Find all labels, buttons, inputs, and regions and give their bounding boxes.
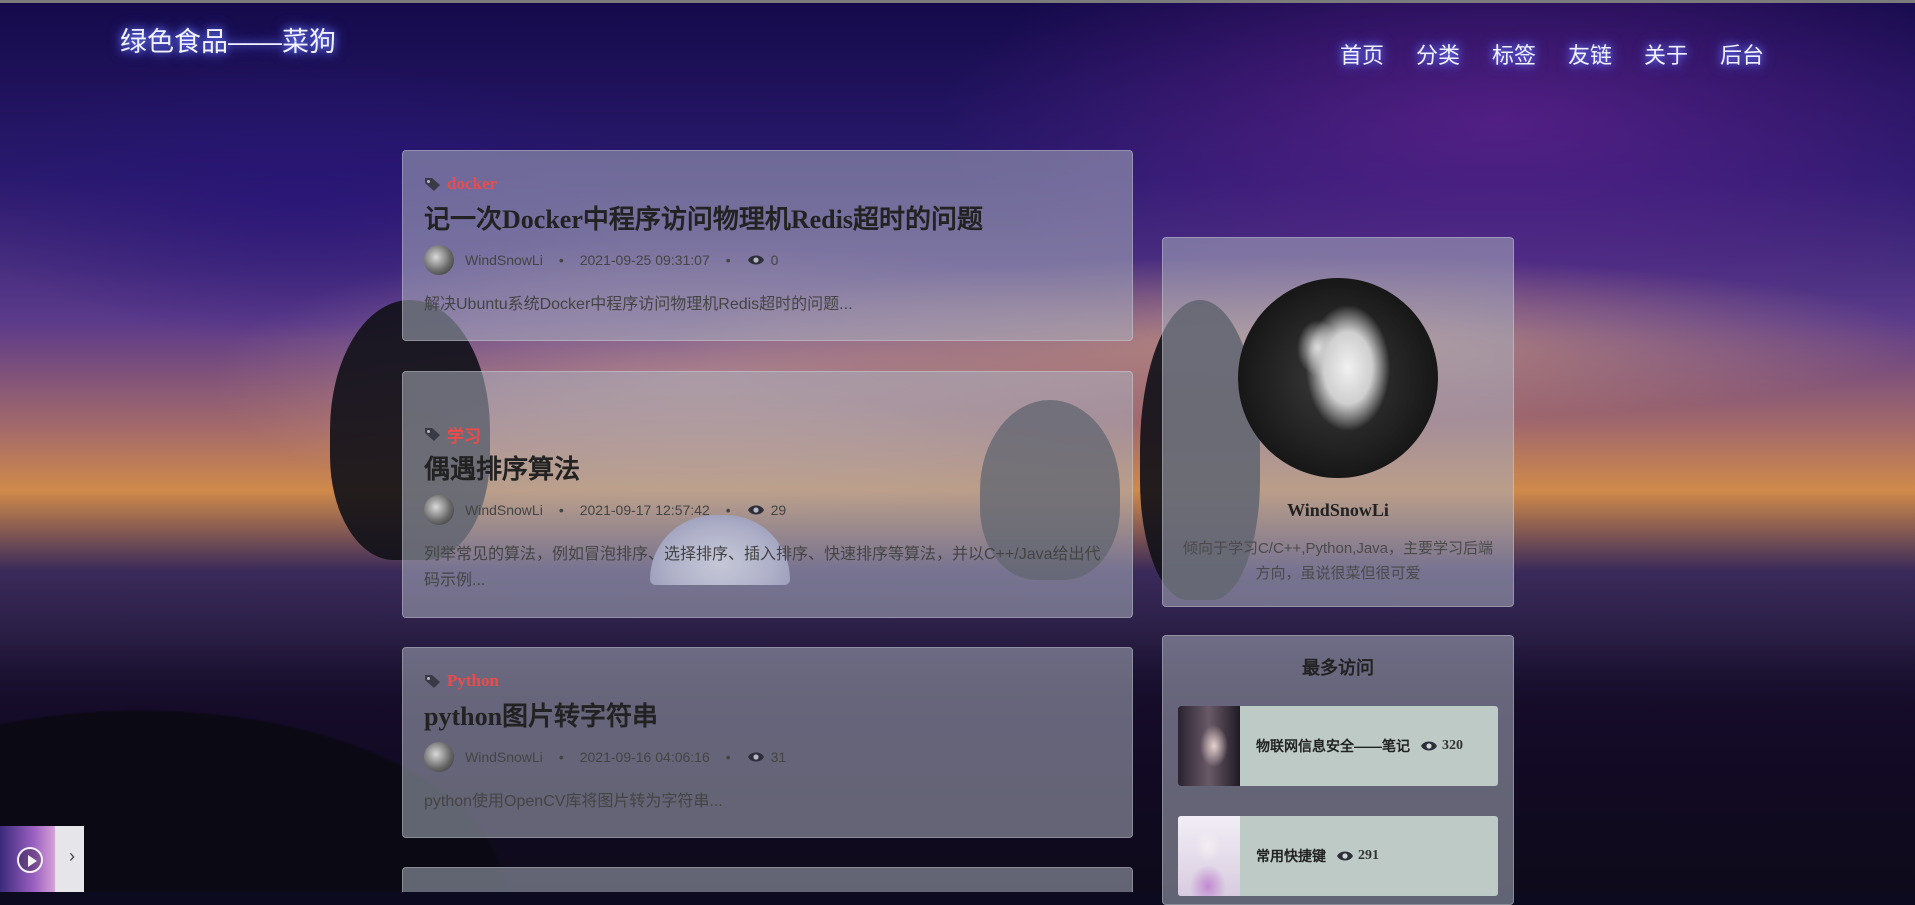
- most-visited-views-count: 291: [1358, 848, 1379, 863]
- post-tag[interactable]: Python: [424, 670, 1111, 692]
- most-visited-title: 最多访问: [1302, 658, 1374, 678]
- chevron-right-icon[interactable]: ›: [69, 846, 75, 867]
- nav-tags[interactable]: 标签: [1492, 38, 1568, 70]
- eye-icon: [747, 505, 764, 515]
- play-button[interactable]: [17, 847, 43, 873]
- separator-dot: •: [725, 502, 731, 518]
- most-visited-panel: 最多访问 物联网信息安全——笔记 320 常用快捷键 291: [1162, 635, 1514, 905]
- separator-dot: •: [558, 252, 564, 268]
- tag-icon: [425, 177, 440, 191]
- avatar: [424, 495, 454, 525]
- post-summary: 解决Ubuntu系统Docker中程序访问物理机Redis超时的问题...: [424, 296, 853, 313]
- nav-categories[interactable]: 分类: [1416, 38, 1492, 70]
- post-card[interactable]: docker 记一次Docker中程序访问物理机Redis超时的问题 WindS…: [402, 150, 1133, 341]
- music-player: ›: [0, 826, 84, 892]
- post-tag-label[interactable]: docker: [447, 174, 497, 194]
- most-visited-views-count: 320: [1442, 738, 1463, 753]
- post-tag[interactable]: docker: [424, 173, 1111, 195]
- post-card[interactable]: [402, 867, 1133, 892]
- most-visited-label[interactable]: 常用快捷键: [1256, 846, 1326, 866]
- most-visited-views: 320: [1420, 738, 1463, 754]
- avatar: [424, 245, 454, 275]
- eye-icon: [1421, 741, 1437, 751]
- post-card[interactable]: Python python图片转字符串 WindSnowLi • 2021-09…: [402, 647, 1133, 838]
- most-visited-item[interactable]: 物联网信息安全——笔记 320: [1178, 706, 1498, 786]
- post-date: 2021-09-25 09:31:07: [579, 252, 710, 268]
- post-thumbnail: [1178, 706, 1240, 786]
- site-brand[interactable]: 绿色食品——菜狗: [120, 20, 336, 59]
- eye-icon: [747, 255, 764, 265]
- separator-dot: •: [558, 502, 564, 518]
- profile-avatar[interactable]: [1238, 278, 1438, 478]
- top-border: [0, 0, 1915, 3]
- most-visited-item[interactable]: 常用快捷键 291: [1178, 816, 1498, 896]
- post-author: WindSnowLi: [465, 749, 543, 765]
- most-visited-label[interactable]: 物联网信息安全——笔记: [1256, 736, 1410, 756]
- profile-bio: 倾向于学习C/C++,Python,Java，主要学习后端方向，虽说很菜但很可爱: [1182, 540, 1494, 582]
- post-title[interactable]: 偶遇排序算法: [424, 454, 1111, 486]
- post-tag-label[interactable]: 学习: [447, 422, 481, 447]
- post-date: 2021-09-17 12:57:42: [579, 502, 710, 518]
- main-nav: 首页 分类 标签 友链 关于 后台: [1340, 38, 1796, 70]
- nav-friend-links[interactable]: 友链: [1568, 38, 1644, 70]
- avatar: [424, 742, 454, 772]
- post-summary: 列举常见的算法，例如冒泡排序、选择排序、插入排序、快速排序等算法，并以C++/J…: [424, 546, 1101, 589]
- post-views: 31: [770, 749, 787, 765]
- post-summary: python使用OpenCV库将图片转为字符串...: [424, 793, 723, 810]
- nav-home[interactable]: 首页: [1340, 38, 1416, 70]
- post-meta: WindSnowLi • 2021-09-25 09:31:07 • 0: [424, 245, 1111, 275]
- profile-name: WindSnowLi: [1287, 500, 1389, 520]
- post-title[interactable]: python图片转字符串: [424, 701, 1111, 733]
- post-author: WindSnowLi: [465, 502, 543, 518]
- separator-dot: •: [558, 749, 564, 765]
- post-thumbnail: [1178, 816, 1240, 896]
- most-visited-views: 291: [1336, 848, 1379, 864]
- post-title[interactable]: 记一次Docker中程序访问物理机Redis超时的问题: [424, 204, 1111, 236]
- eye-icon: [1337, 851, 1353, 861]
- post-meta: WindSnowLi • 2021-09-17 12:57:42 • 29: [424, 495, 1111, 525]
- eye-icon: [747, 752, 764, 762]
- post-views: 0: [770, 252, 779, 268]
- nav-admin[interactable]: 后台: [1720, 38, 1796, 70]
- post-author: WindSnowLi: [465, 252, 543, 268]
- post-tag-label[interactable]: Python: [447, 671, 499, 691]
- post-views: 29: [770, 502, 787, 518]
- tag-icon: [425, 427, 440, 441]
- post-meta: WindSnowLi • 2021-09-16 04:06:16 • 31: [424, 742, 1111, 772]
- post-tag[interactable]: 学习: [424, 422, 1111, 447]
- separator-dot: •: [725, 252, 731, 268]
- nav-about[interactable]: 关于: [1644, 38, 1720, 70]
- post-date: 2021-09-16 04:06:16: [579, 749, 710, 765]
- tag-icon: [425, 674, 440, 688]
- post-card[interactable]: 学习 偶遇排序算法 WindSnowLi • 2021-09-17 12:57:…: [402, 371, 1133, 618]
- separator-dot: •: [725, 749, 731, 765]
- profile-card: WindSnowLi 倾向于学习C/C++,Python,Java，主要学习后端…: [1162, 237, 1514, 607]
